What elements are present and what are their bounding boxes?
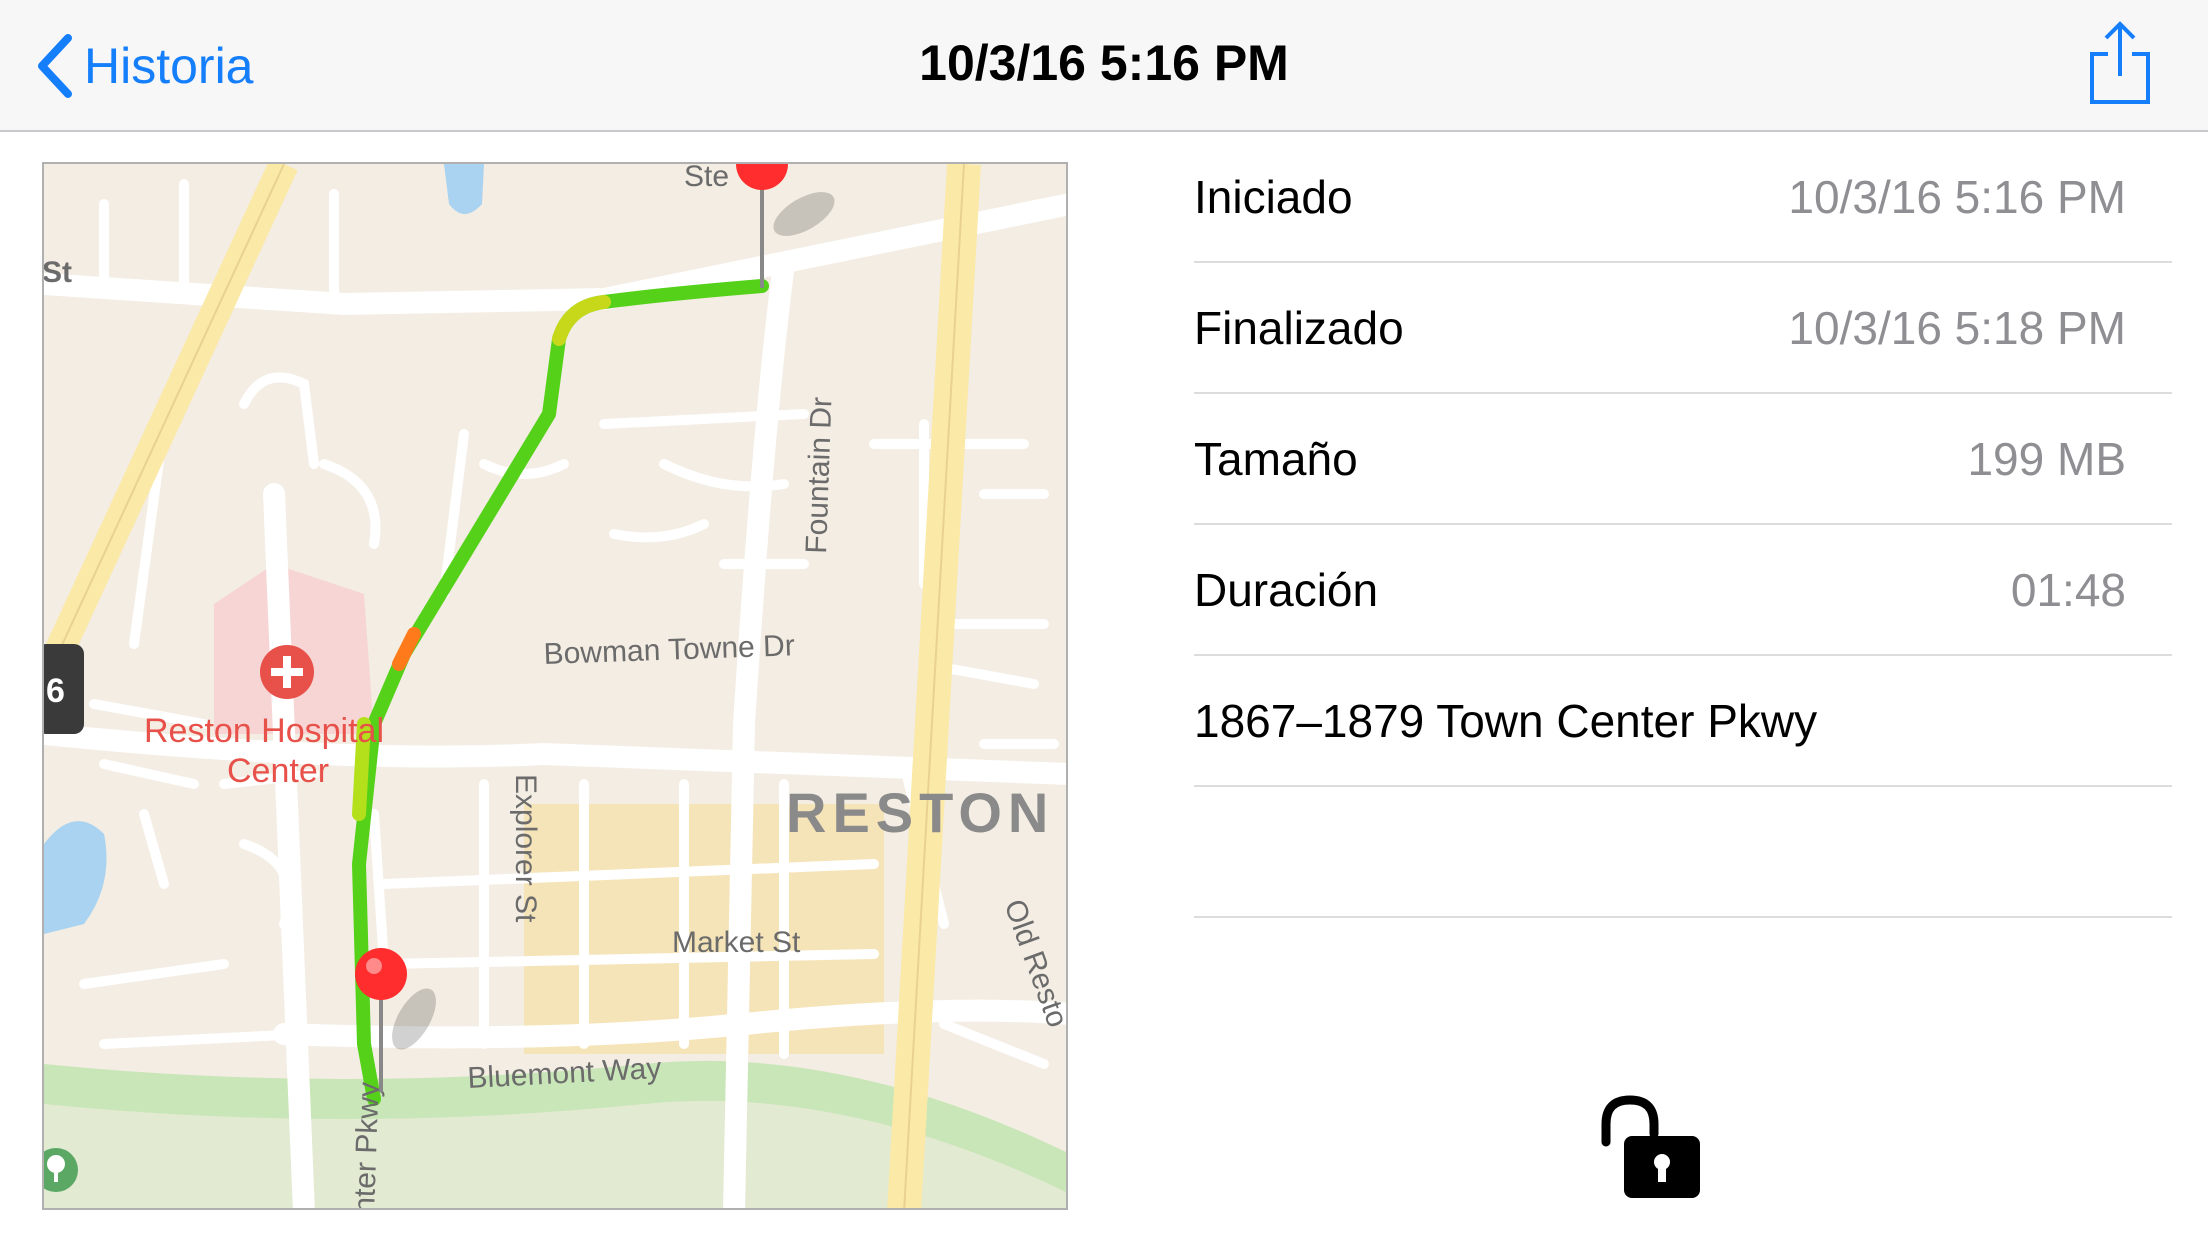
end-pin-icon[interactable] xyxy=(355,948,407,1000)
share-button[interactable] xyxy=(2088,20,2152,106)
map-label-street-left: St xyxy=(44,256,72,289)
map-label-street-top: Ste xyxy=(684,164,729,193)
detail-row-location: 1867–1879 Town Center Pkwy xyxy=(1194,656,2172,787)
location-address: 1867–1879 Town Center Pkwy xyxy=(1194,695,1818,747)
detail-row-duration: Duración 01:48 xyxy=(1194,525,2172,656)
map-canvas: Ste St Fountain Dr Bowman Towne Dr Resto… xyxy=(44,164,1066,1210)
page-title: 10/3/16 5:16 PM xyxy=(919,35,1289,91)
share-icon xyxy=(2090,21,2150,104)
detail-label: Finalizado xyxy=(1194,302,1404,354)
map-label-hospital-line2: Center xyxy=(227,752,329,790)
detail-row-empty xyxy=(1194,787,2172,918)
detail-value: 199 MB xyxy=(1967,433,2126,485)
map-label-parkway: nter Pkwy xyxy=(348,1081,386,1210)
detail-label: Duración xyxy=(1194,564,1379,616)
map-label-hospital-line1: Reston Hospital xyxy=(144,712,384,750)
detail-row-size: Tamaño 199 MB xyxy=(1194,394,2172,525)
route-map[interactable]: Ste St Fountain Dr Bowman Towne Dr Resto… xyxy=(42,162,1068,1210)
detail-value: 01:48 xyxy=(2010,564,2126,616)
recording-details: Iniciado 10/3/16 5:16 PM Finalizado 10/3… xyxy=(1194,132,2172,918)
lock-toggle-button[interactable] xyxy=(1598,1094,1704,1200)
detail-row-start: Iniciado 10/3/16 5:16 PM xyxy=(1194,132,2172,263)
detail-value: 10/3/16 5:18 PM xyxy=(1788,302,2126,354)
map-label-explorer: Explorer St xyxy=(509,774,542,923)
route-shield-number: 6 xyxy=(46,672,65,710)
detail-label: Iniciado xyxy=(1194,171,1353,223)
unlocked-padlock-icon xyxy=(1601,1095,1700,1198)
map-label-fountain: Fountain Dr xyxy=(800,396,838,554)
detail-value: 10/3/16 5:16 PM xyxy=(1788,171,2126,223)
detail-row-end: Finalizado 10/3/16 5:18 PM xyxy=(1194,263,2172,394)
map-label-market: Market St xyxy=(672,926,801,959)
map-label-reston: RESTON xyxy=(786,781,1054,844)
detail-label: Tamaño xyxy=(1194,433,1358,485)
navigation-bar: Historia 10/3/16 5:16 PM xyxy=(0,0,2208,132)
